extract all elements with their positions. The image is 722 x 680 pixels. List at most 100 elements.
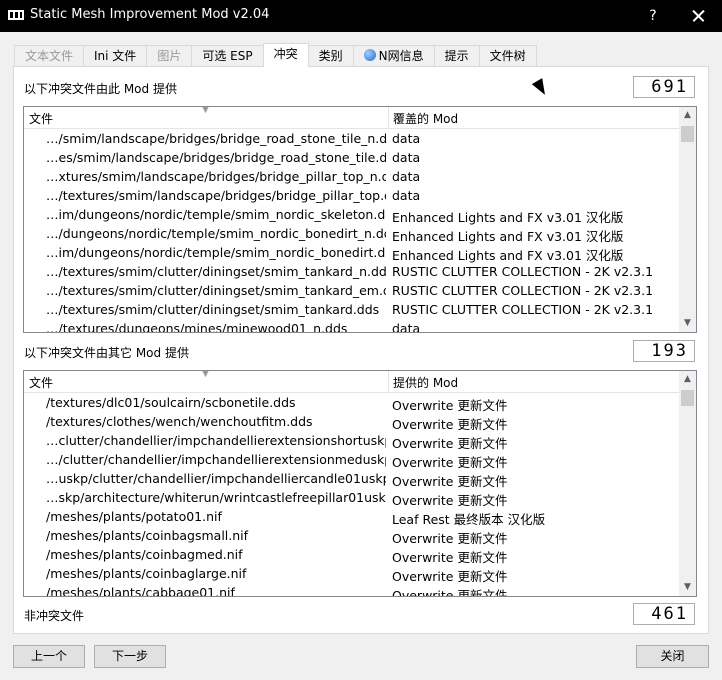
mod-name-cell: Enhanced Lights and FX v3.01 汉化版 [392,210,624,225]
tab-nexus-info[interactable]: N网信息 [352,45,435,66]
close-button[interactable]: 关闭 [636,645,709,668]
mod-name-cell: Overwrite 更新文件 [392,398,508,413]
scroll-up-icon[interactable]: ▲ [679,107,696,124]
table-row[interactable]: …/dungeons/nordic/temple/smim_nordic_bon… [24,225,678,244]
file-path-cell: /meshes/plants/cabbage01.nif [46,585,235,596]
table-row[interactable]: …/textures/smim/landscape/bridges/bridge… [24,187,678,206]
file-path-cell: …clutter/chandellier/impchandellierexten… [46,433,386,448]
mod-name-cell: Overwrite 更新文件 [392,474,508,489]
provided-files-list[interactable]: 文件 ▼ 覆盖的 Mod …/smim/landscape/bridges/br… [23,106,697,333]
file-path-cell: …es/smim/landscape/bridges/bridge_road_s… [46,150,386,165]
file-path-cell: /textures/dlc01/soulcairn/scbonetile.dds [46,395,296,410]
next-button[interactable]: 下一步 [94,645,166,668]
table-row[interactable]: …es/smim/landscape/bridges/bridge_road_s… [24,149,678,168]
column-header-providing-mod[interactable]: 提供的 Mod [393,374,458,391]
tab-file-tree[interactable]: 文件树 [478,45,537,66]
tab-label: 类别 [318,49,343,63]
file-path-cell: …/textures/dungeons/mines/minewood01_n.d… [46,321,348,332]
help-button[interactable]: ? [636,0,670,32]
mod-name-cell: data [392,150,421,165]
file-path-cell: …/textures/smim/clutter/diningset/smim_t… [46,264,386,279]
mod-name-cell: data [392,188,421,203]
table-row[interactable]: /textures/clothes/wench/wenchoutfitm.dds… [24,413,678,432]
overwritten-rows: /textures/dlc01/soulcairn/scbonetile.dds… [24,394,678,596]
sort-caret-icon: ▼ [202,370,209,379]
tab-bar: 文本文件 Ini 文件 图片 可选 ESP 冲突 类别 N网信息 提示 文件树 [14,43,537,67]
mod-name-cell: Overwrite 更新文件 [392,455,508,470]
table-row[interactable]: /textures/dlc01/soulcairn/scbonetile.dds… [24,394,678,413]
file-path-cell: …uskp/clutter/chandellier/impchandellier… [46,471,386,486]
file-path-cell: …/textures/smim/clutter/diningset/smim_t… [46,283,386,298]
overwritten-count: 193 [633,340,695,362]
title-bar: Static Mesh Improvement Mod v2.04 ? [0,0,722,32]
scroll-thumb[interactable] [681,126,694,142]
table-row[interactable]: …xtures/smim/landscape/bridges/bridge_pi… [24,168,678,187]
tab-ini-files[interactable]: Ini 文件 [83,45,148,66]
file-path-cell: …skp/architecture/whiterun/wrintcastlefr… [46,490,386,505]
column-header-file[interactable]: 文件 [29,374,53,391]
mod-name-cell: data [392,321,421,332]
mod-name-cell: Enhanced Lights and FX v3.01 汉化版 [392,248,624,263]
table-row[interactable]: /meshes/plants/coinbagmed.nif Overwrite 更… [24,546,678,565]
file-path-cell: /meshes/plants/potato01.nif [46,509,222,524]
nonconflict-section-label: 非冲突文件 [24,609,85,623]
provided-rows: …/smim/landscape/bridges/bridge_road_sto… [24,130,678,332]
app-icon [8,10,24,20]
table-row[interactable]: …/textures/smim/clutter/diningset/smim_t… [24,263,678,282]
mod-name-cell: Overwrite 更新文件 [392,493,508,508]
file-path-cell: …/textures/smim/landscape/bridges/bridge… [46,188,386,203]
tab-label: 文件树 [489,49,526,63]
scroll-up-icon[interactable]: ▲ [679,371,696,388]
mod-name-cell: Enhanced Lights and FX v3.01 汉化版 [392,229,624,244]
mod-name-cell: Overwrite 更新文件 [392,550,508,565]
previous-button[interactable]: 上一个 [13,645,85,668]
mod-name-cell: Overwrite 更新文件 [392,588,508,596]
table-row[interactable]: …im/dungeons/nordic/temple/smim_nordic_b… [24,244,678,263]
tab-categories[interactable]: 类别 [307,45,354,66]
file-path-cell: /meshes/plants/coinbaglarge.nif [46,566,247,581]
table-row[interactable]: /meshes/plants/potato01.nif Leaf Rest 最终版… [24,508,678,527]
window-title: Static Mesh Improvement Mod v2.04 [30,7,270,22]
overwritten-files-list[interactable]: 文件 ▼ 提供的 Mod /textures/dlc01/soulcairn/s… [23,370,697,597]
mod-name-cell: data [392,169,421,184]
file-path-cell: /meshes/plants/coinbagmed.nif [46,547,243,562]
scroll-down-icon[interactable]: ▼ [679,315,696,332]
column-separator[interactable] [388,371,389,393]
column-header-overwritten-mod[interactable]: 覆盖的 Mod [393,110,458,127]
scroll-thumb[interactable] [681,390,694,406]
table-row[interactable]: /meshes/plants/cabbage01.nif Overwrite 更新… [24,584,678,596]
table-row[interactable]: …/textures/smim/clutter/diningset/smim_t… [24,282,678,301]
tab-images[interactable]: 图片 [146,45,193,66]
tab-label: Ini 文件 [94,49,137,63]
vertical-scrollbar[interactable]: ▲ ▼ [679,371,696,596]
table-row[interactable]: /meshes/plants/coinbagsmall.nif Overwrite… [24,527,678,546]
mod-name-cell: Overwrite 更新文件 [392,569,508,584]
vertical-scrollbar[interactable]: ▲ ▼ [679,107,696,332]
table-row[interactable]: …im/dungeons/nordic/temple/smim_nordic_s… [24,206,678,225]
table-row[interactable]: …/clutter/chandellier/impchandellierexte… [24,451,678,470]
mod-name-cell: RUSTIC CLUTTER COLLECTION - 2K v2.3.1 [392,283,654,298]
provided-section-label: 以下冲突文件由此 Mod 提供 [24,82,177,96]
close-window-button[interactable] [680,0,716,32]
tab-conflicts[interactable]: 冲突 [262,43,309,67]
tab-label: 图片 [157,49,182,63]
tab-text-files[interactable]: 文本文件 [14,45,85,66]
scroll-down-icon[interactable]: ▼ [679,579,696,596]
table-row[interactable]: …/textures/smim/clutter/diningset/smim_t… [24,301,678,320]
list-header: 文件 ▼ 覆盖的 Mod [24,107,696,129]
table-row[interactable]: …clutter/chandellier/impchandellierexten… [24,432,678,451]
table-row[interactable]: …skp/architecture/whiterun/wrintcastlefr… [24,489,678,508]
table-row[interactable]: …uskp/clutter/chandellier/impchandellier… [24,470,678,489]
mod-name-cell: Overwrite 更新文件 [392,531,508,546]
tab-optional-esp[interactable]: 可选 ESP [191,45,264,66]
column-header-file[interactable]: 文件 [29,110,53,127]
provided-count: 691 [633,76,695,98]
mod-name-cell: RUSTIC CLUTTER COLLECTION - 2K v2.3.1 [392,302,654,317]
column-separator[interactable] [388,107,389,129]
tab-label: 文本文件 [25,49,74,63]
table-row[interactable]: …/smim/landscape/bridges/bridge_road_sto… [24,130,678,149]
file-path-cell: …im/dungeons/nordic/temple/smim_nordic_b… [46,245,386,260]
tab-notes[interactable]: 提示 [433,45,480,66]
table-row[interactable]: /meshes/plants/coinbaglarge.nif Overwrite… [24,565,678,584]
table-row[interactable]: …/textures/dungeons/mines/minewood01_n.d… [24,320,678,332]
